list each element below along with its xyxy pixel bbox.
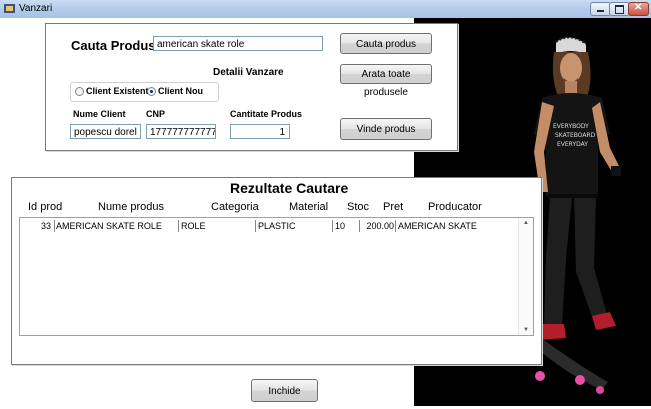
- client-type-group: Client Existent Client Nou: [70, 82, 219, 102]
- column-divider: [332, 220, 333, 232]
- cell-name: AMERICAN SKATE ROLE: [56, 221, 162, 231]
- client-name-label: Nume Client: [73, 109, 126, 119]
- close-button[interactable]: Inchide: [251, 379, 318, 402]
- app-icon: [4, 4, 15, 13]
- maximize-icon: [615, 5, 624, 14]
- search-sale-panel: Cauta Produs american skate role Cauta p…: [45, 23, 458, 151]
- results-scrollbar[interactable]: ▲ ▼: [518, 218, 533, 335]
- table-row[interactable]: 33 AMERICAN SKATE ROLE ROLE PLASTIC 10 2…: [20, 220, 518, 232]
- column-header-stock: Stoc: [347, 201, 370, 213]
- column-divider: [255, 220, 256, 232]
- maximize-button[interactable]: [609, 2, 630, 16]
- cell-id: 33: [40, 221, 51, 231]
- radio-selected-dot: [150, 90, 153, 93]
- column-divider: [359, 220, 360, 232]
- minimize-button[interactable]: [590, 2, 611, 16]
- column-header-id: Id prod: [28, 201, 63, 213]
- radio-new-client[interactable]: [147, 87, 156, 96]
- column-header-producer: Producator: [428, 201, 482, 213]
- close-window-button[interactable]: ✕: [628, 2, 649, 16]
- column-divider: [54, 220, 55, 232]
- show-all-products-button[interactable]: Arata toate produsele: [340, 64, 432, 98]
- column-header-material: Material: [289, 201, 329, 213]
- close-icon: ✕: [634, 2, 643, 13]
- radio-existing-label: Client Existent: [86, 86, 149, 96]
- quantity-label: Cantitate Produs: [230, 109, 303, 119]
- radio-new-label: Client Nou: [158, 86, 203, 96]
- scroll-down-arrow-icon[interactable]: ▼: [523, 327, 529, 333]
- window-title-bar[interactable]: Vanzari ✕: [0, 0, 651, 19]
- column-header-price: Pret: [383, 201, 404, 213]
- minimize-icon: [597, 10, 604, 12]
- cnp-field[interactable]: 1777777777777: [146, 124, 216, 139]
- sale-details-heading: Detalii Vanzare: [213, 67, 284, 78]
- svg-text:EVERYDAY: EVERYDAY: [557, 141, 588, 148]
- results-heading: Rezultate Cautare: [230, 180, 349, 196]
- sell-product-button[interactable]: Vinde produs: [340, 118, 432, 140]
- radio-existing-client[interactable]: [75, 87, 84, 96]
- search-results-panel: Rezultate Cautare Id prod Nume produs Ca…: [11, 177, 542, 365]
- column-header-category: Categoria: [211, 201, 259, 213]
- client-name-field[interactable]: popescu dorel: [70, 124, 141, 139]
- svg-text:EVERYBODY: EVERYBODY: [553, 123, 589, 130]
- cell-producer: AMERICAN SKATE: [398, 221, 477, 231]
- search-input[interactable]: american skate role: [153, 36, 323, 51]
- svg-text:SKATEBOARD: SKATEBOARD: [555, 132, 596, 139]
- column-header-name: Nume produs: [98, 201, 165, 213]
- quantity-field[interactable]: 1: [230, 124, 290, 139]
- cell-category: ROLE: [181, 221, 206, 231]
- column-divider: [395, 220, 396, 232]
- results-list[interactable]: 33 AMERICAN SKATE ROLE ROLE PLASTIC 10 2…: [19, 217, 534, 336]
- cnp-label: CNP: [146, 109, 166, 119]
- search-button[interactable]: Cauta produs: [340, 33, 432, 54]
- window-client-area: EVERYBODY SKATEBOARD EVERYDAY Cauta Prod…: [0, 18, 651, 406]
- column-divider: [178, 220, 179, 232]
- cell-material: PLASTIC: [258, 221, 296, 231]
- search-heading: Cauta Produs: [71, 38, 156, 53]
- cell-stock: 10: [335, 221, 346, 231]
- scroll-up-arrow-icon[interactable]: ▲: [523, 220, 529, 226]
- cell-price: 200.00: [366, 221, 394, 231]
- window-title: Vanzari: [19, 3, 53, 14]
